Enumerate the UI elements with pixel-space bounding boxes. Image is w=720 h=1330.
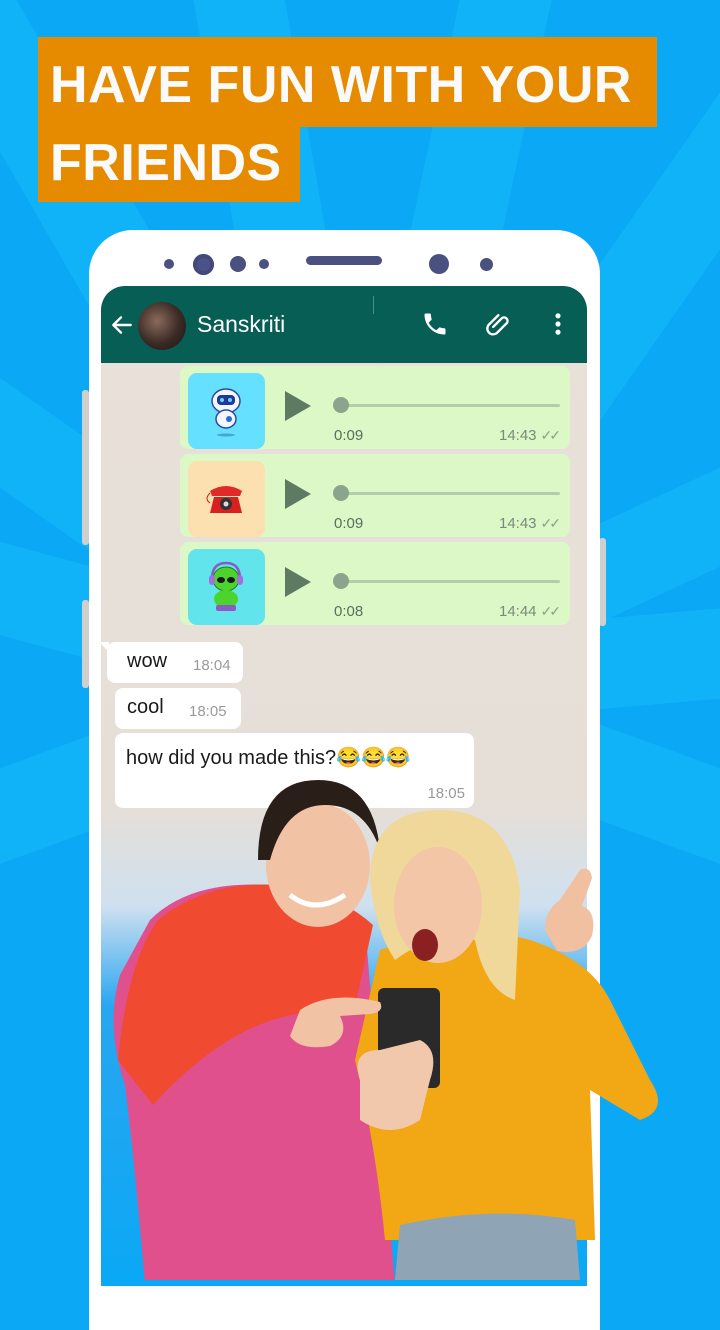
phone-side-button — [82, 600, 89, 688]
message-text: cool — [127, 696, 164, 718]
time-text: 14:44 — [498, 603, 537, 620]
chat-header: Sanskriti — [101, 286, 587, 363]
voice-message: 0:09 14:43 ✓✓ — [180, 454, 570, 537]
phone-side-button — [599, 538, 606, 626]
bubble-tail — [101, 642, 109, 652]
phone-speaker — [306, 256, 382, 265]
sensor-dot — [259, 259, 269, 269]
voice-duration: 0:09 — [334, 427, 364, 444]
play-icon[interactable] — [285, 479, 311, 509]
message-time: 18:05 — [189, 703, 227, 720]
chat-screen: Sanskriti 0:09 14:43 ✓✓ 0:09 14:43 ✓✓ 0:… — [101, 286, 587, 1286]
audio-progress-track[interactable] — [342, 492, 560, 495]
double-check-icon: ✓✓ — [540, 603, 562, 619]
incoming-message[interactable]: how did you made this?😂😂😂 18:05 — [115, 733, 474, 808]
audio-progress-knob[interactable] — [333, 397, 349, 413]
double-check-icon: ✓✓ — [540, 515, 562, 531]
front-camera-icon — [429, 254, 449, 274]
headline-line-1: HAVE FUN WITH YOUR — [50, 56, 632, 114]
message-text: wow — [127, 650, 168, 672]
front-camera-icon — [193, 254, 214, 275]
sensor-dot — [230, 256, 246, 272]
contact-name[interactable]: Sanskriti — [197, 311, 285, 338]
telephone-sticker-thumbnail — [188, 461, 265, 537]
voice-duration: 0:08 — [334, 603, 364, 620]
telephone-icon — [206, 486, 242, 513]
robot-sticker-thumbnail — [188, 373, 265, 449]
audio-progress-knob[interactable] — [333, 485, 349, 501]
time-text: 14:43 — [498, 515, 537, 532]
phone-icon[interactable] — [421, 310, 449, 338]
headline-line-2: FRIENDS — [50, 134, 282, 192]
alien-sticker-thumbnail — [188, 549, 265, 625]
arrow-left-icon[interactable] — [109, 312, 135, 338]
play-icon[interactable] — [285, 391, 311, 421]
alien-icon — [209, 561, 243, 611]
header-divider — [373, 296, 374, 314]
double-check-icon: ✓✓ — [540, 427, 562, 443]
voice-message: 0:09 14:43 ✓✓ — [180, 366, 570, 449]
sensor-dot — [480, 258, 493, 271]
more-vertical-icon[interactable] — [544, 310, 572, 338]
message-time: 18:04 — [193, 657, 231, 674]
incoming-message[interactable]: cool 18:05 — [115, 688, 241, 729]
paperclip-icon[interactable] — [485, 310, 513, 338]
play-icon[interactable] — [285, 567, 311, 597]
message-time: 14:43 ✓✓ — [498, 515, 562, 532]
message-time: 14:43 ✓✓ — [498, 427, 562, 444]
message-text: how did you made this?😂😂😂 — [126, 747, 411, 769]
voice-message: 0:08 14:44 ✓✓ — [180, 542, 570, 625]
incoming-message[interactable]: wow 18:04 — [101, 642, 243, 683]
audio-progress-knob[interactable] — [333, 573, 349, 589]
time-text: 14:43 — [498, 427, 537, 444]
audio-progress-track[interactable] — [342, 404, 560, 407]
message-time: 18:05 — [427, 785, 465, 802]
audio-progress-track[interactable] — [342, 580, 560, 583]
voice-duration: 0:09 — [334, 515, 364, 532]
avatar[interactable] — [138, 302, 186, 350]
message-time: 14:44 ✓✓ — [498, 603, 562, 620]
phone-side-button — [82, 390, 89, 545]
robot-icon — [211, 388, 241, 437]
sensor-dot — [164, 259, 174, 269]
